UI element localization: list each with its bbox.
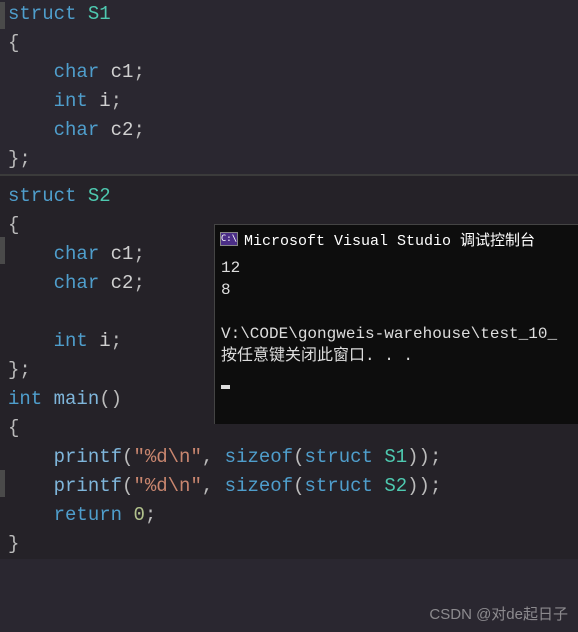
- output-line: 12: [221, 259, 240, 277]
- code-line: struct S2: [0, 182, 578, 211]
- console-title: Microsoft Visual Studio 调试控制台: [244, 229, 535, 250]
- type-name: S1: [88, 3, 111, 25]
- collapse-glyph[interactable]: [0, 237, 5, 264]
- code-line: };: [0, 145, 578, 174]
- collapse-glyph[interactable]: [0, 2, 5, 29]
- code-editor: struct S1 { char c1; int i; char c2; }; …: [0, 0, 578, 632]
- output-prompt: 按任意键关闭此窗口. . .: [221, 347, 413, 365]
- code-line: printf("%d\n", sizeof(struct S2));: [0, 472, 578, 501]
- console-titlebar[interactable]: C:\ Microsoft Visual Studio 调试控制台: [215, 225, 578, 253]
- code-line: printf("%d\n", sizeof(struct S1));: [0, 443, 578, 472]
- code-line: char c1;: [0, 58, 578, 87]
- output-path: V:\CODE\gongweis-warehouse\test_10_: [221, 325, 557, 343]
- console-icon: C:\: [220, 232, 238, 246]
- console-cursor: [221, 385, 230, 389]
- code-line: struct S1: [0, 0, 578, 29]
- code-line: char c2;: [0, 116, 578, 145]
- code-line: return 0;: [0, 501, 578, 530]
- output-line: 8: [221, 281, 231, 299]
- console-output: 12 8 V:\CODE\gongweis-warehouse\test_10_…: [215, 253, 578, 393]
- code-line: int i;: [0, 87, 578, 116]
- watermark: CSDN @对de起日子: [429, 603, 568, 624]
- code-line: }: [0, 530, 578, 559]
- code-line: {: [0, 29, 578, 58]
- collapse-glyph[interactable]: [0, 470, 5, 497]
- keyword-struct: struct: [8, 3, 76, 25]
- debug-console-window[interactable]: C:\ Microsoft Visual Studio 调试控制台 12 8 V…: [214, 224, 578, 424]
